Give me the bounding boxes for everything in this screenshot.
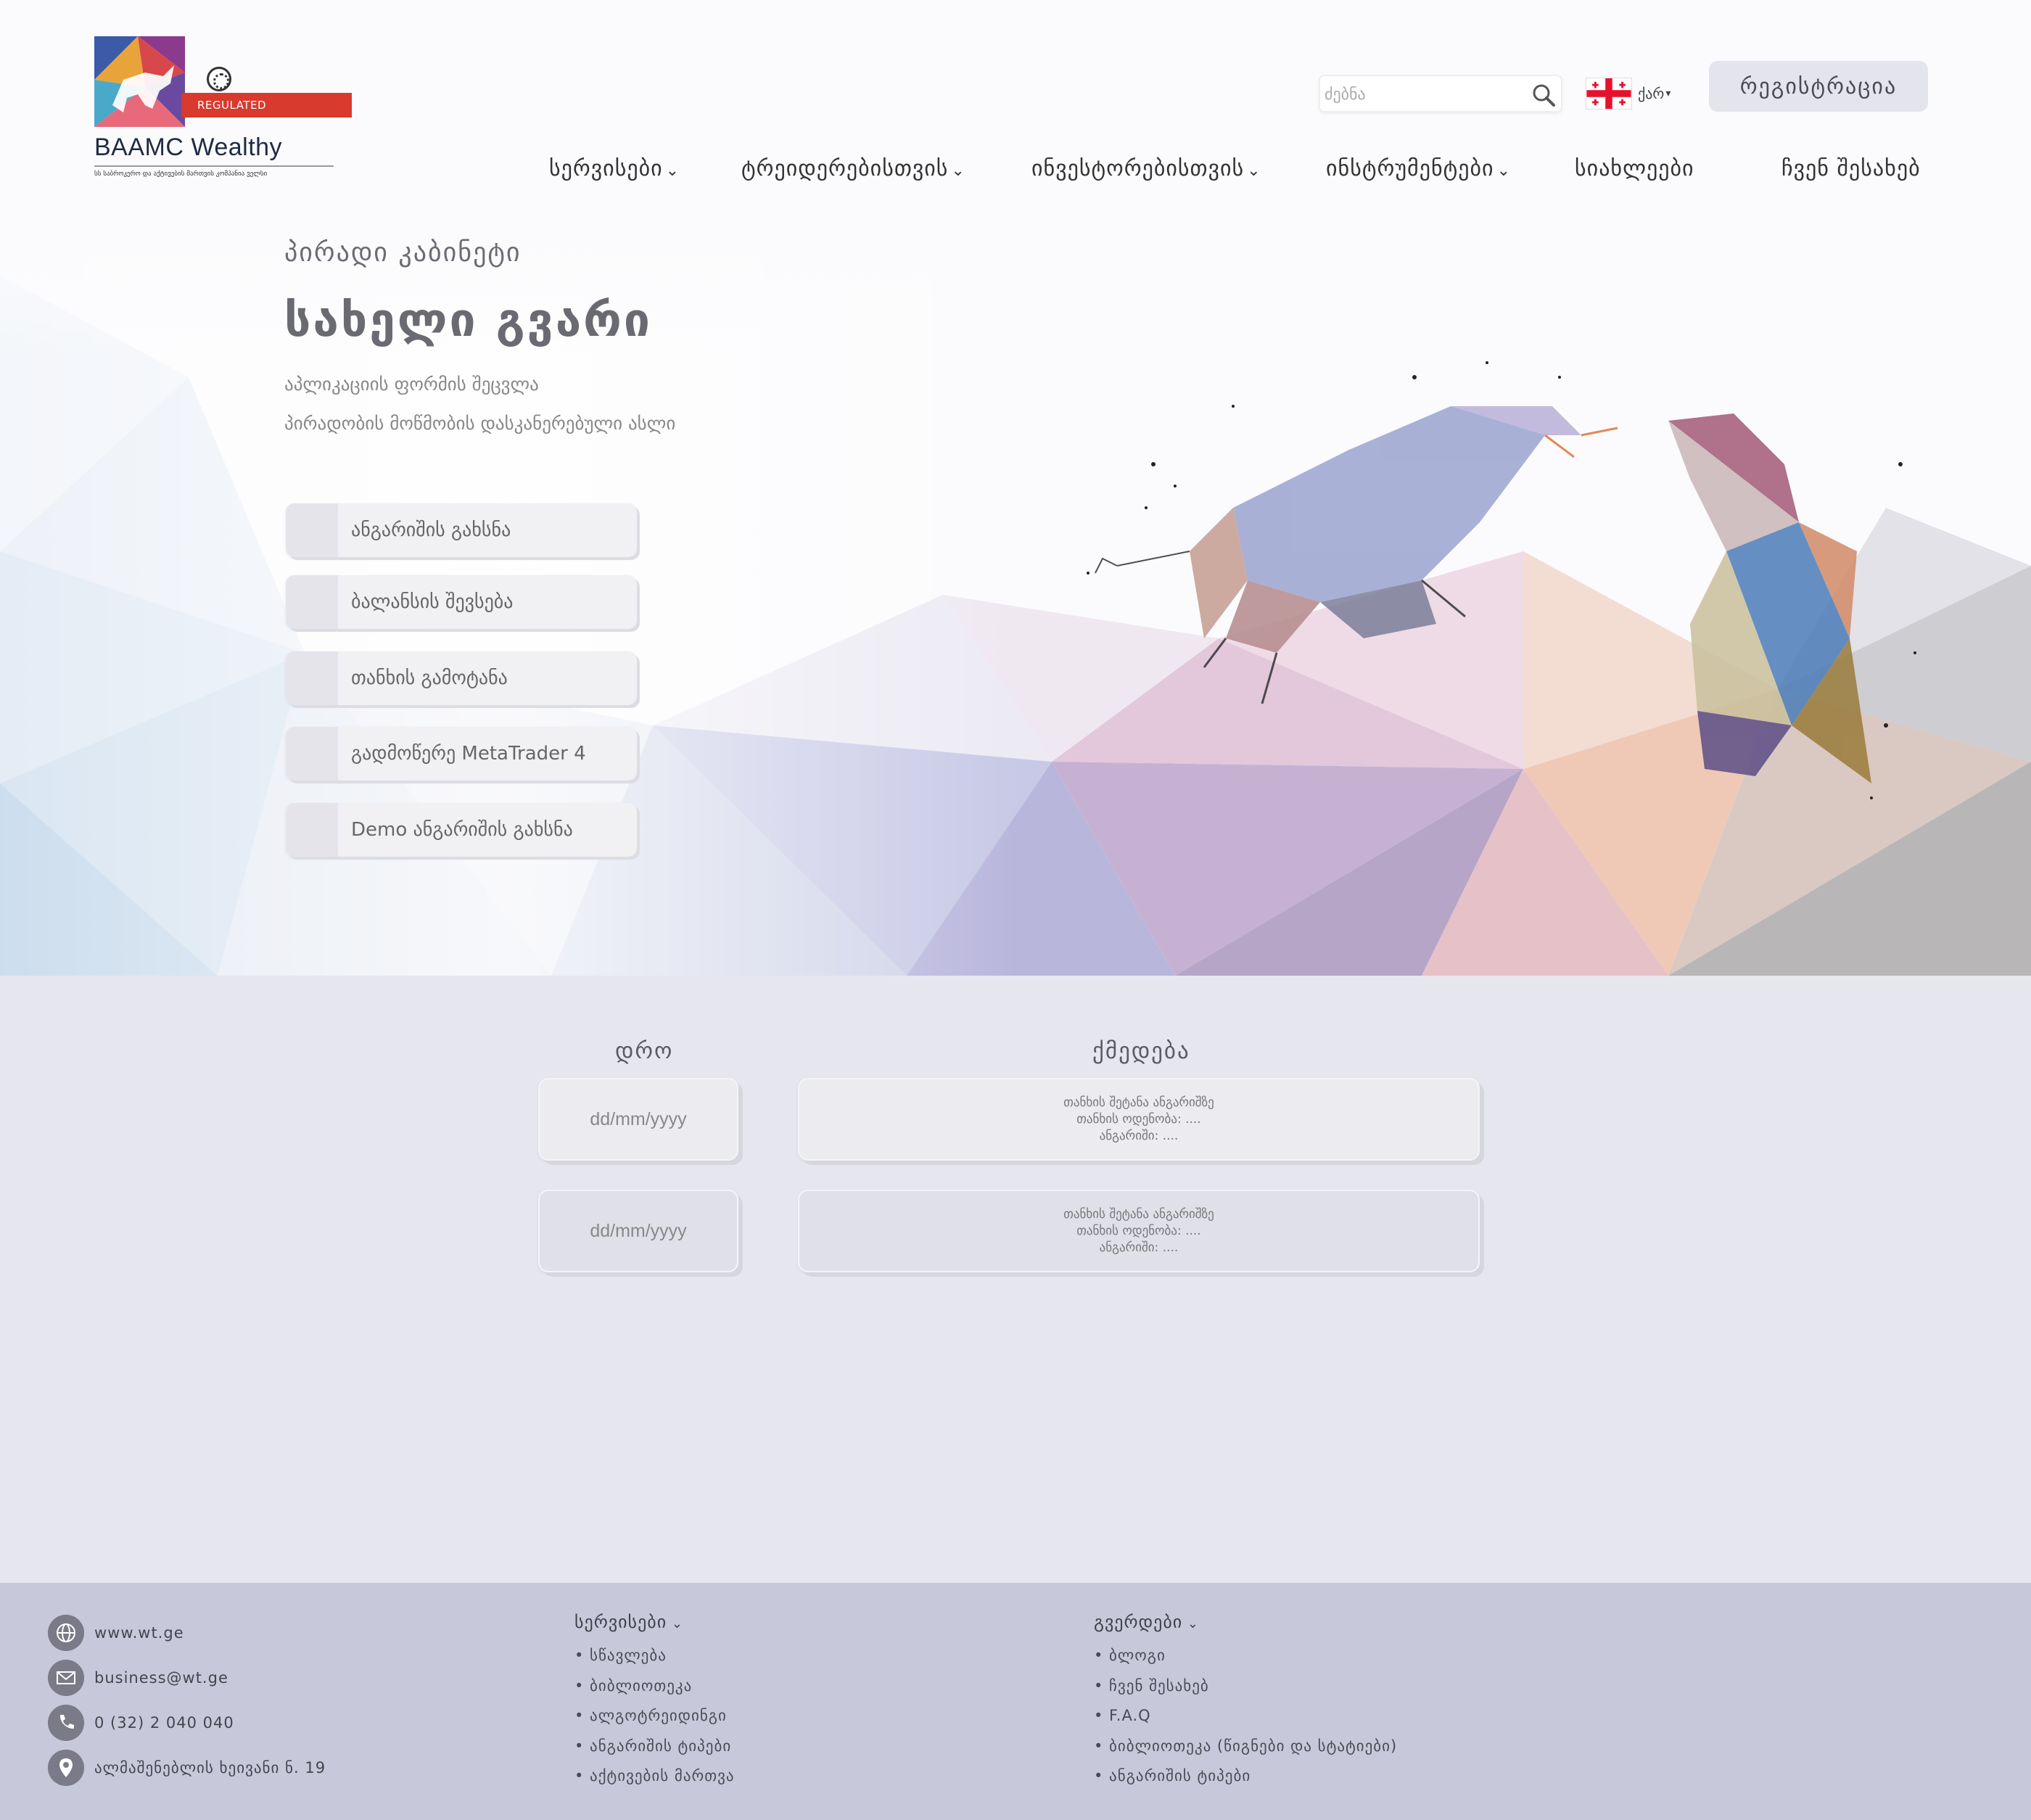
footer-pages-item[interactable]: • ბლოგი: [1094, 1647, 1166, 1664]
footer-services-item[interactable]: • აქტივების მართვა: [574, 1767, 735, 1784]
cabinet-label: პირადი კაბინეტი: [284, 238, 522, 268]
language-selector[interactable]: ქარ ▾: [1586, 77, 1670, 110]
withdraw-label: თანხის გამოტანა: [351, 667, 508, 689]
top-up-balance-label: ბალანსის შევსება: [351, 591, 514, 613]
nav-news[interactable]: სიახლეები: [1575, 156, 1694, 181]
nav-investors-label: ინვესტორებისთვის: [1031, 156, 1245, 181]
contact-email[interactable]: business@wt.ge: [48, 1660, 228, 1696]
history-row-line3: ანგარიში: ....: [1099, 1128, 1179, 1143]
history-row-line2: თანხის ოდენობა: ....: [1076, 1111, 1201, 1127]
search-box: [1319, 75, 1562, 112]
caret-down-icon: ▾: [1665, 88, 1671, 99]
download-metatrader-label: გადმოწერე MetaTrader 4: [351, 743, 586, 765]
email-text: business@wt.ge: [94, 1669, 228, 1687]
footer-services-item[interactable]: • ალგოტრეიდინგი: [574, 1707, 727, 1724]
open-demo-account-button[interactable]: Demo ანგარიშის გახსნა: [286, 803, 637, 857]
nav-instruments-label: ინსტრუმენტები: [1326, 156, 1494, 181]
col-action-header: ქმედება: [1092, 1038, 1190, 1064]
open-account-button[interactable]: ანგარიშის გახსნა: [286, 503, 637, 557]
nav-services-label: სერვისები: [549, 156, 663, 181]
regulated-badge: REGULATED: [181, 93, 352, 118]
col-time-header: დრო: [615, 1038, 674, 1064]
search-icon[interactable]: [1531, 82, 1557, 108]
footer-pages-title[interactable]: გვერდები ⌄: [1094, 1612, 1199, 1632]
language-label: ქარ: [1638, 85, 1665, 102]
download-metatrader-button[interactable]: გადმოწერე MetaTrader 4: [286, 727, 637, 781]
envelope-icon: [48, 1660, 84, 1696]
history-row-date: dd/mm/yyyy: [538, 1190, 738, 1272]
open-account-label: ანგარიშის გახსნა: [351, 519, 511, 541]
logo-bull-image: [94, 36, 185, 127]
nav-traders[interactable]: ტრეიდერებისთვის ⌄: [741, 156, 965, 181]
chevron-down-icon: ⌄: [951, 162, 965, 180]
contact-website[interactable]: www.wt.ge: [48, 1615, 184, 1651]
footer-services-item[interactable]: • ბიბლიოთეკა: [574, 1677, 692, 1695]
button-tab: [286, 503, 338, 557]
chevron-down-icon: ⌄: [1496, 162, 1511, 180]
nav-investors[interactable]: ინვესტორებისთვის ⌄: [1031, 156, 1261, 181]
phone-icon: [48, 1705, 84, 1741]
chevron-down-icon: ⌄: [665, 162, 680, 180]
footer-services-title[interactable]: სერვისები ⌄: [574, 1612, 683, 1632]
contact-phone[interactable]: 0 (32) 2 040 040: [48, 1705, 234, 1741]
website-text: www.wt.ge: [94, 1624, 184, 1642]
globe-icon: [48, 1615, 84, 1651]
history-row-line3: ანგარიში: ....: [1099, 1240, 1179, 1255]
history-row-date: dd/mm/yyyy: [538, 1078, 738, 1161]
footer-pages-title-label: გვერდები: [1094, 1612, 1183, 1632]
button-tab: [286, 803, 338, 857]
location-pin-icon: [48, 1750, 84, 1786]
history-row-description: თანხის შეტანა ანგარიშზე თანხის ოდენობა: …: [798, 1078, 1480, 1161]
georgia-flag-icon: [1586, 78, 1632, 110]
history-row-line1: თანხის შეტანა ანგარიშზე: [1063, 1206, 1214, 1222]
contact-address[interactable]: ალმაშენებლის ხეივანი ნ. 19: [48, 1750, 326, 1786]
footer-pages-item[interactable]: • ბიბლიოთეკა (წიგნები და სტატიები): [1094, 1737, 1397, 1755]
footer-services-item[interactable]: • სწავლება: [574, 1647, 667, 1664]
footer-services-title-label: სერვისები: [574, 1612, 667, 1632]
button-tab: [286, 727, 338, 781]
footer-pages-item[interactable]: • ანგარიშის ტიპები: [1094, 1767, 1251, 1784]
footer-pages-item[interactable]: • ჩვენ შესახებ: [1094, 1677, 1209, 1695]
register-button[interactable]: რეგისტრაცია: [1709, 61, 1928, 112]
history-row-line2: თანხის ოდენობა: ....: [1076, 1223, 1201, 1238]
search-input[interactable]: [1325, 80, 1520, 109]
chevron-down-icon: ⌄: [667, 1616, 683, 1631]
id-scan-link[interactable]: პირადობის მოწმობის დასკანერებული ასლი: [284, 413, 675, 434]
history-row-line1: თანხის შეტანა ანგარიშზე: [1063, 1095, 1214, 1110]
seal-icon: [207, 67, 231, 91]
footer-pages-item[interactable]: • F.A.Q: [1094, 1707, 1151, 1724]
nav-services[interactable]: სერვისები ⌄: [549, 156, 680, 181]
history-row-description: თანხის შეტანა ანგარიშზე თანხის ოდენობა: …: [798, 1190, 1480, 1272]
chevron-down-icon: ⌄: [1182, 1616, 1200, 1631]
footer-services-item[interactable]: • ანგარიშის ტიპები: [574, 1737, 731, 1755]
nav-instruments[interactable]: ინსტრუმენტები ⌄: [1326, 156, 1511, 181]
top-up-balance-button[interactable]: ბალანსის შევსება: [286, 575, 637, 629]
phone-text: 0 (32) 2 040 040: [94, 1714, 234, 1732]
main-nav: სერვისები ⌄ ტრეიდერებისთვის ⌄ ინვესტორების…: [0, 156, 2031, 192]
button-tab: [286, 575, 338, 629]
nav-about[interactable]: ჩვენ შესახებ: [1781, 156, 1921, 181]
edit-application-link[interactable]: აპლიკაციის ფორმის შეცვლა: [284, 374, 539, 395]
open-demo-account-label: Demo ანგარიშის გახსნა: [351, 819, 573, 841]
user-name: სახელი გვარი: [284, 294, 652, 347]
chevron-down-icon: ⌄: [1247, 162, 1261, 180]
withdraw-button[interactable]: თანხის გამოტანა: [286, 651, 637, 705]
hero-section: REGULATED BAAMC Wealthy სს საბროკერო და …: [0, 0, 2031, 976]
nav-traders-label: ტრეიდერებისთვის: [741, 156, 949, 181]
address-text: ალმაშენებლის ხეივანი ნ. 19: [94, 1759, 326, 1776]
button-tab: [286, 651, 338, 705]
